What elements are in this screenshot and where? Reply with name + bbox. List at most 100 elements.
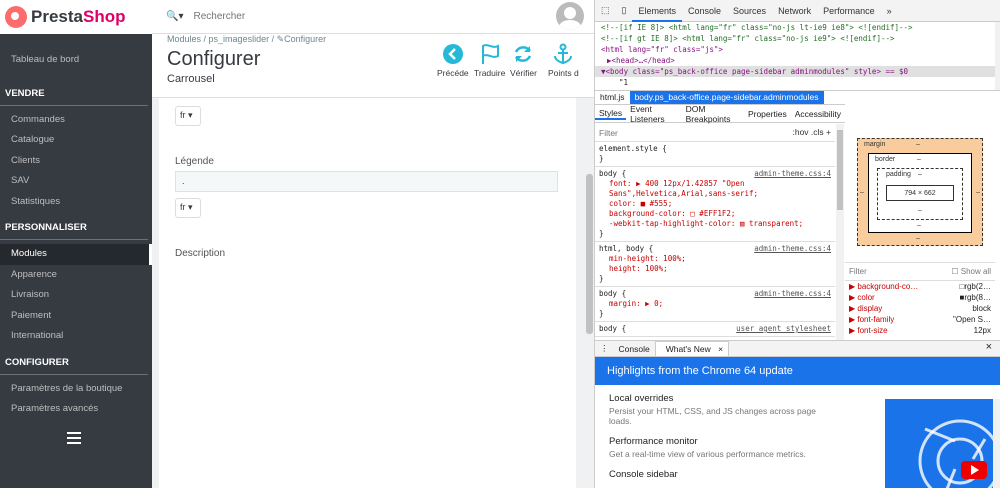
check-button[interactable]: Vérifier (510, 43, 537, 78)
show-all-checkbox[interactable]: ☐ Show all (951, 267, 991, 276)
box-border[interactable]: border – padding – 794 × 662 – – (868, 153, 972, 233)
scrollbar[interactable] (585, 98, 594, 488)
description-label: Description (175, 248, 226, 259)
top-bar: 🔍▾ (152, 0, 594, 34)
dom-tree: <!--[if IE 8]> <html lang="fr" class="no… (595, 22, 995, 90)
legend-language-select[interactable]: fr ▾ (175, 198, 201, 218)
sidebar-item-international[interactable]: International (0, 326, 152, 347)
logo[interactable]: PrestaShop (0, 0, 152, 34)
box-margin[interactable]: margin – – – – border – padding – 794 × … (857, 138, 983, 246)
hooks-button[interactable]: Points d (548, 43, 579, 78)
tab-event-listeners[interactable]: Event Listeners (626, 104, 681, 124)
styles-filter[interactable]: Filter :hov .cls + (595, 124, 835, 142)
drawer-scrollbar[interactable] (993, 399, 1000, 488)
tab-styles[interactable]: Styles (595, 108, 627, 120)
sidebar-item-orders[interactable]: Commandes (0, 110, 152, 131)
sidebar-item-stats[interactable]: Statistiques (0, 192, 152, 213)
computed-prop[interactable]: ▶ display block (845, 303, 995, 314)
dom-scrollbar[interactable] (995, 22, 1000, 90)
css-rule[interactable]: element.style {} (595, 142, 835, 167)
sidebar-item-modules[interactable]: Modules (0, 244, 152, 265)
drawer-menu-icon[interactable]: ⋮ (595, 343, 614, 354)
language-select[interactable]: fr ▾ (175, 106, 201, 126)
page-title: Configurer (167, 48, 261, 70)
sidebar-item-shop-params[interactable]: Paramètres de la boutique (0, 379, 152, 400)
tab-elements[interactable]: Elements (632, 0, 682, 22)
box-content[interactable]: 794 × 662 (886, 185, 954, 201)
sidebar-section-sell: VENDRE (0, 81, 148, 106)
devtools-panel: ⬚ ▯ Elements Console Sources Network Per… (594, 0, 1000, 488)
tab-properties[interactable]: Properties (744, 109, 791, 119)
wrench-icon: ✎ (276, 34, 285, 44)
drawer-tabs: ⋮ Console What's New × × (595, 341, 1000, 357)
dom-node[interactable]: ▶<head>…</head> (595, 55, 995, 66)
computed-prop[interactable]: ▶ color ■rgb(8… (845, 292, 995, 303)
tab-sources[interactable]: Sources (727, 6, 772, 16)
dom-node[interactable]: <!--[if IE 8]> <html lang="fr" class="no… (595, 22, 995, 33)
tab-console[interactable]: Console (682, 6, 727, 16)
sidebar: PrestaShop Tableau de bord VENDRE Comman… (0, 0, 152, 488)
css-rules: element.style {} admin-theme.css:4 body {… (595, 142, 835, 340)
news-desc: Get a real-time view of various performa… (609, 449, 806, 459)
video-thumbnail[interactable] (885, 399, 993, 488)
chrome-logo-icon (918, 419, 993, 488)
css-rule[interactable]: admin-theme.css:4 body { margin: ▶ 0; } (595, 287, 835, 322)
arrow-left-icon (442, 44, 463, 64)
menu-icon[interactable] (67, 432, 81, 447)
sidebar-item-catalog[interactable]: Catalogue (0, 130, 152, 151)
dom-node[interactable]: <html lang="fr" class="js"> (595, 44, 995, 55)
computed-prop[interactable]: ▶ font-size 12px (845, 325, 995, 336)
tab-drawer-console[interactable]: Console (614, 344, 655, 354)
sidebar-item-shipping[interactable]: Livraison (0, 285, 152, 306)
sidebar-item-appearance[interactable]: Apparence (0, 265, 152, 286)
tab-whats-new[interactable]: What's New × (654, 341, 730, 356)
tab-performance[interactable]: Performance (817, 6, 881, 16)
devtools-drawer: ⋮ Console What's New × × Highlights from… (595, 340, 1000, 488)
main-content: fr ▾ Légende . fr ▾ Description (152, 98, 594, 488)
styles-scrollbar[interactable] (836, 124, 844, 340)
computed-filter[interactable]: Filter ☐ Show all (845, 263, 995, 281)
sidebar-item-customers[interactable]: Clients (0, 151, 152, 172)
tab-network[interactable]: Network (772, 6, 817, 16)
sidebar-item-dashboard[interactable]: Tableau de bord (0, 50, 152, 71)
page-subtitle: Carrousel (167, 73, 215, 85)
legend-input[interactable]: . (175, 171, 558, 192)
whats-new-banner: Highlights from the Chrome 64 update (595, 357, 1000, 385)
tab-dom-breakpoints[interactable]: DOM Breakpoints (682, 104, 744, 124)
inspect-icon[interactable]: ⬚ (595, 5, 616, 16)
devtools-breadcrumb: html.js body.ps_back-office.page-sidebar.… (595, 90, 1000, 104)
prestashop-admin: PrestaShop Tableau de bord VENDRE Comman… (0, 0, 594, 488)
dom-node-selected[interactable]: ▼<body class="ps_back-office page-sideba… (595, 66, 995, 77)
avatar[interactable] (556, 2, 584, 30)
css-rule[interactable]: user agent stylesheet body { (595, 322, 835, 337)
sidebar-section-config: CONFIGURER (0, 350, 148, 375)
tab-accessibility[interactable]: Accessibility (791, 109, 845, 119)
caret-down-icon: ▾ (188, 110, 193, 120)
sidebar-section-custom: PERSONNALISER (0, 215, 148, 240)
box-model: margin – – – – border – padding – 794 × … (845, 124, 995, 262)
sidebar-item-advanced-params[interactable]: Paramètres avancés (0, 399, 152, 420)
computed-prop[interactable]: ▶ font-family "Open S… (845, 314, 995, 325)
css-rule[interactable]: admin-theme.css:4 html, body { min-height… (595, 242, 835, 287)
caret-down-icon: ▾ (188, 202, 193, 212)
puffin-icon (5, 6, 27, 28)
legend-label: Légende (175, 156, 214, 167)
computed-prop[interactable]: ▶ background-co… □rgb(2… (845, 281, 995, 292)
search-icon[interactable]: 🔍▾ (166, 11, 183, 22)
sidebar-item-sav[interactable]: SAV (0, 171, 152, 192)
css-rule[interactable]: admin-theme.css:4 body { font: ▶ 400 12px… (595, 167, 835, 242)
sidebar-item-payment[interactable]: Paiement (0, 306, 152, 327)
styles-tabs: Styles Event Listeners DOM Breakpoints P… (595, 104, 845, 124)
search-input[interactable] (193, 11, 344, 22)
dom-node[interactable]: <!--[if gt IE 8]> <html lang="fr" class=… (595, 33, 995, 44)
breadcrumb: Modules / ps_imageslider / ✎Configurer (167, 34, 327, 44)
translate-button[interactable]: Traduire (474, 43, 505, 78)
close-icon[interactable]: × (981, 341, 997, 353)
devtools-tabs: ⬚ ▯ Elements Console Sources Network Per… (595, 0, 1000, 22)
refresh-icon (515, 46, 532, 62)
device-icon[interactable]: ▯ (616, 5, 633, 16)
more-tabs-icon[interactable]: » (881, 6, 898, 16)
box-padding[interactable]: padding – 794 × 662 – (877, 168, 963, 220)
dom-node[interactable]: "1 (595, 77, 995, 88)
back-button[interactable]: Précéde (437, 43, 469, 78)
